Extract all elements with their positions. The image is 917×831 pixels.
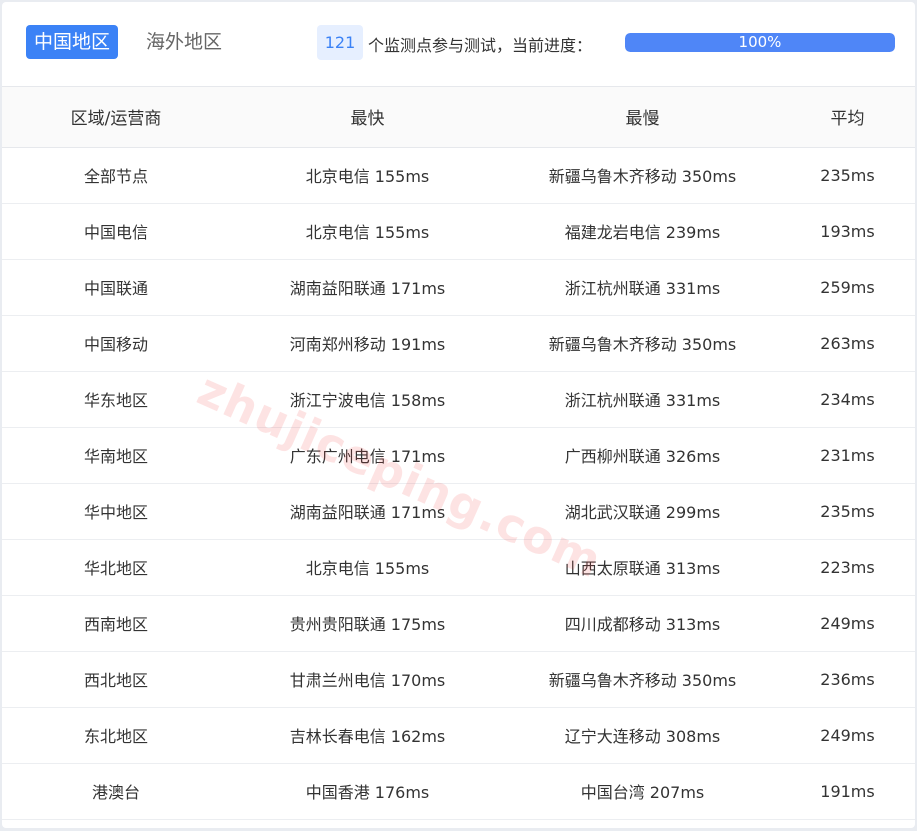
region-cell: 港澳台 (2, 763, 230, 820)
results-panel: 中国地区 海外地区 121 个监测点参与测试，当前进度： 100% 区域/运营商… (2, 2, 915, 828)
region-cell: 西南地区 (2, 595, 230, 652)
region-cell: 中国移动 (2, 315, 230, 372)
fastest-cell: 北京电信 155ms (230, 539, 505, 596)
region-cell: 华北地区 (2, 539, 230, 596)
region-cell: 华南地区 (2, 427, 230, 484)
table-row: 华东地区 浙江宁波电信 158ms 浙江杭州联通 331ms 234ms (2, 371, 915, 428)
table-row: 西南地区 贵州贵阳联通 175ms 四川成都移动 313ms 249ms (2, 595, 915, 652)
column-header-fastest: 最快 (230, 87, 505, 148)
progress-bar: 100% (625, 33, 895, 52)
average-cell: 231ms (780, 427, 915, 484)
average-cell: 249ms (780, 707, 915, 764)
progress-description: 个监测点参与测试，当前进度： (368, 36, 593, 55)
fastest-cell: 广东广州电信 171ms (230, 427, 505, 484)
table-row: 东北地区 吉林长春电信 162ms 辽宁大连移动 308ms 249ms (2, 707, 915, 764)
table-row: 华南地区 广东广州电信 171ms 广西柳州联通 326ms 231ms (2, 427, 915, 484)
average-cell: 193ms (780, 203, 915, 260)
average-cell: 234ms (780, 371, 915, 428)
region-cell: 西北地区 (2, 651, 230, 708)
fastest-cell: 湖南益阳联通 171ms (230, 483, 505, 540)
average-cell: 259ms (780, 259, 915, 316)
fastest-cell: 甘肃兰州电信 170ms (230, 651, 505, 708)
table-body: 全部节点 北京电信 155ms 新疆乌鲁木齐移动 350ms 235ms 中国电信 北京电… (2, 147, 915, 820)
table-header-row: 区域/运营商 最快 最慢 平均 (2, 87, 915, 148)
fastest-cell: 河南郑州移动 191ms (230, 315, 505, 372)
slowest-cell: 中国台湾 207ms (505, 763, 780, 820)
fastest-cell: 浙江宁波电信 158ms (230, 371, 505, 428)
region-cell: 华中地区 (2, 483, 230, 540)
slowest-cell: 新疆乌鲁木齐移动 350ms (505, 651, 780, 708)
average-cell: 236ms (780, 651, 915, 708)
table-row: 港澳台 中国香港 176ms 中国台湾 207ms 191ms (2, 763, 915, 820)
table-row: 中国联通 湖南益阳联通 171ms 浙江杭州联通 331ms 259ms (2, 259, 915, 316)
table-row: 西北地区 甘肃兰州电信 170ms 新疆乌鲁木齐移动 350ms 236ms (2, 651, 915, 708)
region-cell: 东北地区 (2, 707, 230, 764)
fastest-cell: 中国香港 176ms (230, 763, 505, 820)
table-row: 华中地区 湖南益阳联通 171ms 湖北武汉联通 299ms 235ms (2, 483, 915, 540)
region-cell: 全部节点 (2, 147, 230, 204)
table-row: 中国电信 北京电信 155ms 福建龙岩电信 239ms 193ms (2, 203, 915, 260)
table-row: 华北地区 北京电信 155ms 山西太原联通 313ms 223ms (2, 539, 915, 596)
average-cell: 249ms (780, 595, 915, 652)
slowest-cell: 广西柳州联通 326ms (505, 427, 780, 484)
top-bar: 中国地区 海外地区 121 个监测点参与测试，当前进度： 100% (2, 2, 915, 87)
slowest-cell: 新疆乌鲁木齐移动 350ms (505, 147, 780, 204)
column-header-region: 区域/运营商 (2, 87, 230, 148)
slowest-cell: 新疆乌鲁木齐移动 350ms (505, 315, 780, 372)
fastest-cell: 北京电信 155ms (230, 203, 505, 260)
slowest-cell: 浙江杭州联通 331ms (505, 371, 780, 428)
monitor-count-badge: 121 (317, 25, 363, 60)
average-cell: 235ms (780, 483, 915, 540)
tab-china-region[interactable]: 中国地区 (26, 25, 119, 59)
column-header-average: 平均 (780, 87, 915, 148)
average-cell: 235ms (780, 147, 915, 204)
table-row: 中国移动 河南郑州移动 191ms 新疆乌鲁木齐移动 350ms 263ms (2, 315, 915, 372)
fastest-cell: 吉林长春电信 162ms (230, 707, 505, 764)
fastest-cell: 贵州贵阳联通 175ms (230, 595, 505, 652)
region-cell: 华东地区 (2, 371, 230, 428)
fastest-cell: 湖南益阳联通 171ms (230, 259, 505, 316)
progress-label: 100% (738, 33, 782, 51)
fastest-cell: 北京电信 155ms (230, 147, 505, 204)
slowest-cell: 福建龙岩电信 239ms (505, 203, 780, 260)
tab-overseas-region[interactable]: 海外地区 (138, 25, 230, 59)
slowest-cell: 浙江杭州联通 331ms (505, 259, 780, 316)
slowest-cell: 四川成都移动 313ms (505, 595, 780, 652)
column-header-slowest: 最慢 (505, 87, 780, 148)
average-cell: 263ms (780, 315, 915, 372)
average-cell: 191ms (780, 763, 915, 820)
region-cell: 中国电信 (2, 203, 230, 260)
average-cell: 223ms (780, 539, 915, 596)
table-row: 全部节点 北京电信 155ms 新疆乌鲁木齐移动 350ms 235ms (2, 147, 915, 204)
slowest-cell: 辽宁大连移动 308ms (505, 707, 780, 764)
region-cell: 中国联通 (2, 259, 230, 316)
slowest-cell: 湖北武汉联通 299ms (505, 483, 780, 540)
results-table: 区域/运营商 最快 最慢 平均 全部节点 北京电信 155ms 新疆乌鲁木齐移动 3… (2, 87, 915, 820)
slowest-cell: 山西太原联通 313ms (505, 539, 780, 596)
